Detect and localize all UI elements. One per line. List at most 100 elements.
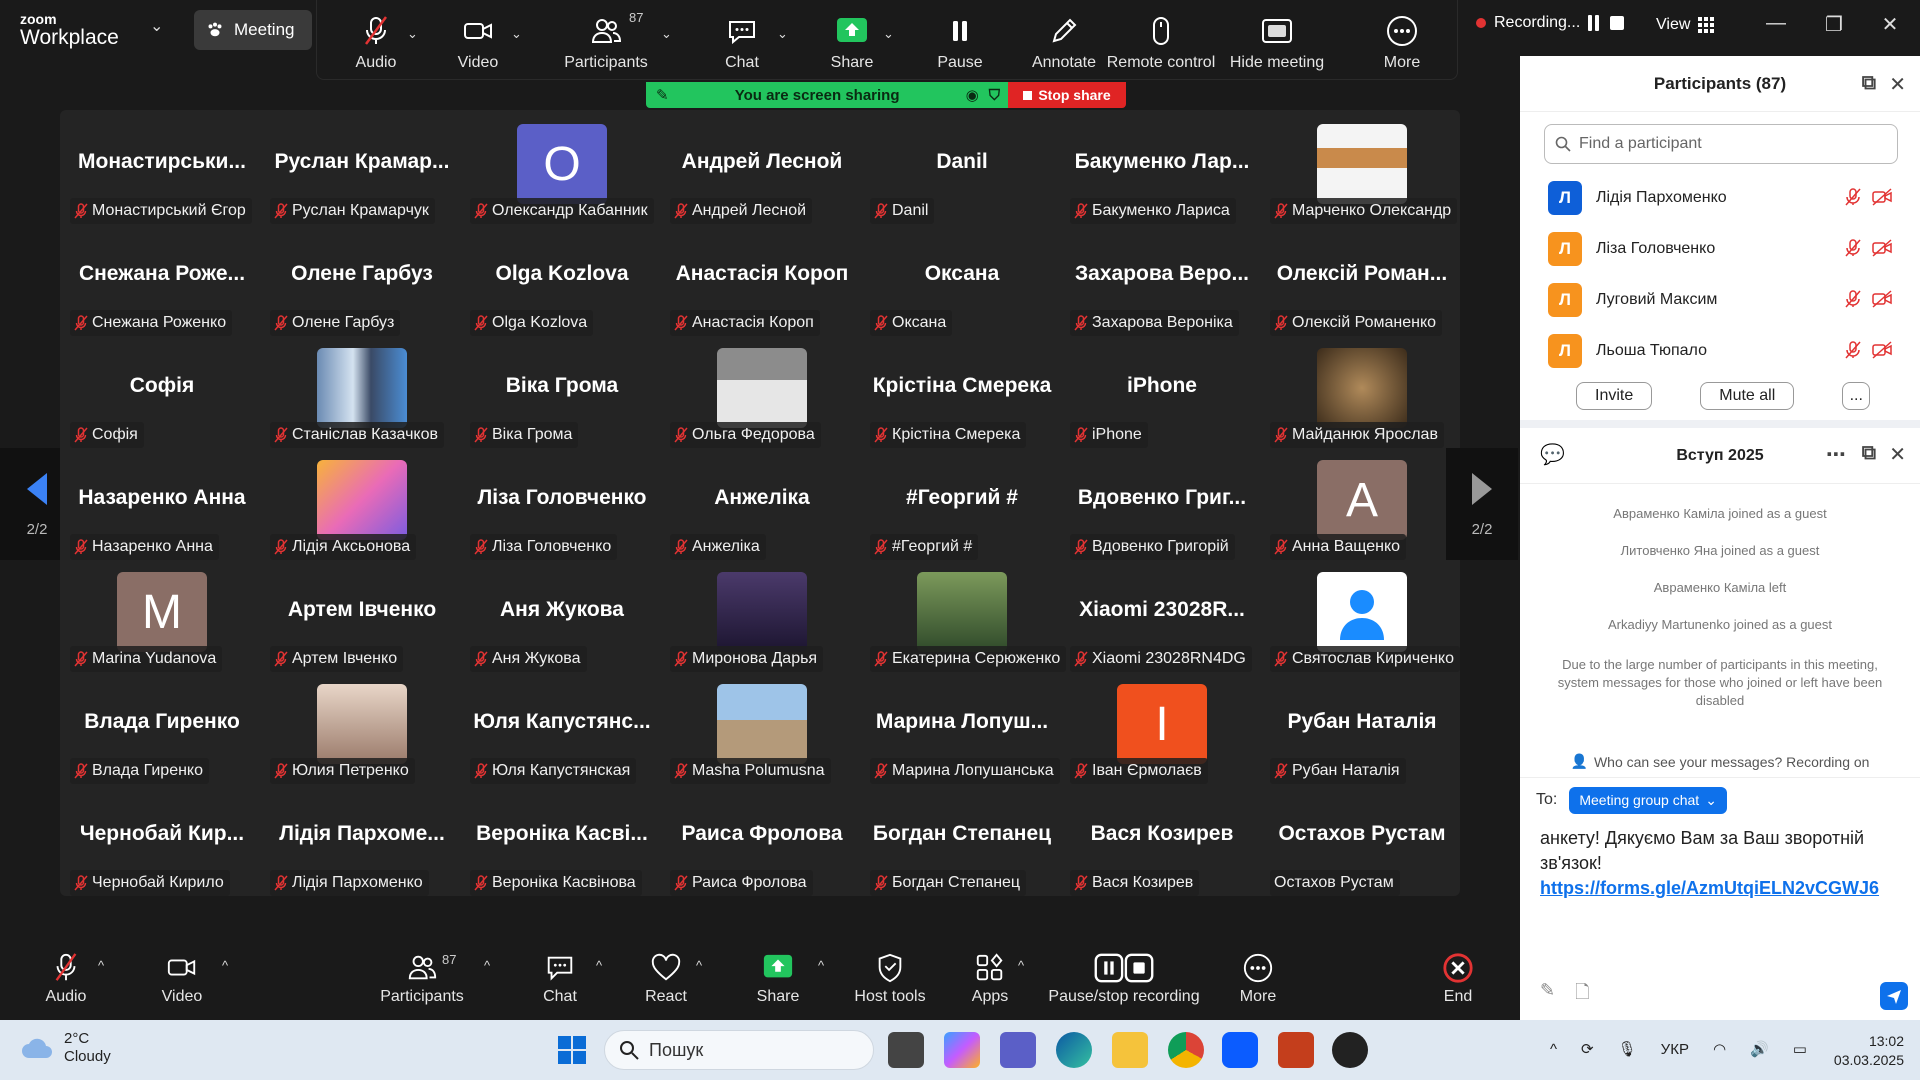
recording-stop-icon[interactable] — [1610, 16, 1625, 30]
participant-tile[interactable]: #Георгий # #Георгий # — [862, 448, 1062, 560]
apps-options-chevron-icon[interactable]: ^ — [1018, 958, 1024, 973]
more-button[interactable]: More — [1347, 10, 1457, 72]
participant-tile[interactable]: Раиса Фролова Раиса Фролова — [662, 784, 862, 896]
share-options-chevron-icon[interactable]: ⌄ — [883, 26, 894, 42]
participant-tile[interactable]: Анастасія Короп Анастасія Короп — [662, 224, 862, 336]
hide-meeting-button[interactable]: Hide meeting — [1217, 10, 1337, 72]
draft-link[interactable]: https://forms.gle/AzmUtqiELN2vCGWJ6 — [1540, 878, 1879, 898]
zoom-taskbar-icon[interactable] — [1222, 1032, 1258, 1068]
more-button-bottom[interactable]: More — [1198, 952, 1318, 1006]
participant-tile[interactable]: Віка Грома Віка Грома — [462, 336, 662, 448]
chat-more-icon[interactable]: ⋯ — [1826, 442, 1846, 467]
participant-tile[interactable]: I Іван Єрмолаєв — [1062, 672, 1262, 784]
participant-tile[interactable]: Андрей Лесной Андрей Лесной — [662, 112, 862, 224]
language-indicator[interactable]: УКР — [1661, 1041, 1689, 1058]
invite-button[interactable]: Invite — [1576, 382, 1653, 410]
chevron-up-icon[interactable]: ^ — [1550, 1041, 1557, 1058]
minimize-icon[interactable]: — — [1756, 12, 1796, 35]
participant-list-item[interactable]: Л Льоша Тюпало — [1520, 325, 1920, 372]
meeting-menu-button[interactable]: Meeting — [194, 10, 312, 50]
powerpoint-icon[interactable] — [1278, 1032, 1314, 1068]
participant-tile[interactable]: Остахов Рустам Остахов Рустам — [1262, 784, 1462, 896]
participant-tile[interactable]: Аня Жукова Аня Жукова — [462, 560, 662, 672]
participant-tile[interactable]: Артем Івченко Артем Івченко — [262, 560, 462, 672]
participant-tile[interactable]: Лідія Пархоме... Лідія Пархоменко — [262, 784, 462, 896]
task-view-icon[interactable] — [888, 1032, 924, 1068]
battery-icon[interactable]: ▭ — [1793, 1040, 1807, 1058]
chat-options-chevron-icon[interactable]: ⌄ — [777, 26, 788, 42]
volume-icon[interactable]: 🔊 — [1750, 1040, 1769, 1058]
gallery-next-page-button[interactable]: 2/2 — [1446, 448, 1518, 560]
video-options-chevron-icon[interactable]: ⌄ — [511, 26, 522, 42]
participant-tile[interactable]: Снежана Роже... Снежана Роженко — [62, 224, 262, 336]
participant-tile[interactable]: Masha Polumusna — [662, 672, 862, 784]
participant-tile[interactable]: iPhone iPhone — [1062, 336, 1262, 448]
audio-options-chevron-icon[interactable]: ⌄ — [407, 26, 418, 42]
view-button[interactable]: View — [1656, 16, 1715, 34]
participant-tile[interactable]: Назаренко Анна Назаренко Анна — [62, 448, 262, 560]
participant-tile[interactable]: Вероніка Касві... Вероніка Касвінова — [462, 784, 662, 896]
apps-button[interactable]: Apps — [930, 952, 1050, 1006]
participant-tile[interactable]: Монастирськи... Монастирський Єгор — [62, 112, 262, 224]
chat-pop-out-icon[interactable]: ⧉ — [1862, 442, 1876, 465]
participant-list-item[interactable]: Л Ліза Головченко — [1520, 223, 1920, 274]
participants-options-chevron-icon[interactable]: ⌄ — [661, 26, 672, 42]
media-player-icon[interactable] — [1332, 1032, 1368, 1068]
participant-search-input[interactable]: Find a participant — [1544, 124, 1898, 164]
recipient-dropdown[interactable]: Meeting group chat ⌄ — [1569, 786, 1727, 814]
mute-all-button[interactable]: Mute all — [1700, 382, 1795, 410]
participant-tile[interactable]: Олексій Роман... Олексій Романенко — [1262, 224, 1462, 336]
who-can-see-link[interactable]: 👤 Who can see your messages? Recording o… — [1520, 746, 1920, 778]
pop-out-icon[interactable]: ⧉ — [1862, 72, 1876, 95]
participant-tile[interactable]: Софія Софія — [62, 336, 262, 448]
react-options-chevron-icon[interactable]: ^ — [696, 958, 702, 973]
participant-tile[interactable]: Анжеліка Анжеліка — [662, 448, 862, 560]
remote-control-button[interactable]: Remote control — [1103, 10, 1219, 72]
participant-tile[interactable]: Олене Гарбуз Олене Гарбуз — [262, 224, 462, 336]
taskbar-clock[interactable]: 13:02 03.03.2025 — [1820, 1032, 1904, 1070]
pause-share-button[interactable]: Pause — [905, 10, 1015, 72]
audio-options-chevron-icon[interactable]: ^ — [98, 958, 104, 973]
recording-pause-icon[interactable] — [1588, 15, 1602, 31]
participant-tile[interactable]: Ольга Федорова — [662, 336, 862, 448]
file-explorer-icon[interactable] — [1112, 1032, 1148, 1068]
react-button[interactable]: React — [606, 952, 726, 1006]
participant-tile[interactable]: Руслан Крамар... Руслан Крамарчук — [262, 112, 462, 224]
participant-tile[interactable]: Святослав Кириченко — [1262, 560, 1462, 672]
participant-tile[interactable]: Юля Капустянс... Юля Капустянская — [462, 672, 662, 784]
restore-icon[interactable]: ❐ — [1814, 12, 1854, 37]
zoom-logo[interactable]: zoom Workplace — [20, 12, 119, 48]
teams-icon[interactable] — [1000, 1032, 1036, 1068]
participant-tile[interactable]: M Marina Yudanova — [62, 560, 262, 672]
participant-list-item[interactable]: Л Луговий Максим — [1520, 274, 1920, 325]
participant-tile[interactable]: Захарова Веро... Захарова Вероніка — [1062, 224, 1262, 336]
participant-tile[interactable]: Крістіна Смерека Крістіна Смерека — [862, 336, 1062, 448]
participant-tile[interactable]: Ліза Головченко Ліза Головченко — [462, 448, 662, 560]
participants-more-button[interactable]: ... — [1842, 382, 1871, 410]
participant-tile[interactable]: Вдовенко Григ... Вдовенко Григорій — [1062, 448, 1262, 560]
participant-tile[interactable]: Майданюк Ярослав — [1262, 336, 1462, 448]
participant-tile[interactable]: Оксана Оксана — [862, 224, 1062, 336]
file-icon[interactable]: 🗋 — [1575, 980, 1589, 1010]
chat-close-icon[interactable]: ✕ — [1889, 442, 1906, 467]
copilot-icon[interactable] — [944, 1032, 980, 1068]
video-options-chevron-icon[interactable]: ^ — [222, 958, 228, 973]
chat-options-chevron-icon[interactable]: ^ — [596, 958, 602, 973]
close-panel-icon[interactable]: ✕ — [1889, 72, 1906, 97]
share-options-chevron-icon[interactable]: ^ — [818, 958, 824, 973]
edge-icon[interactable] — [1056, 1032, 1092, 1068]
audio-button-bottom[interactable]: Audio — [6, 952, 126, 1006]
participants-button-bottom[interactable]: Participants 87 — [362, 952, 482, 1006]
participant-tile[interactable]: Марченко Олександр — [1262, 112, 1462, 224]
participant-tile[interactable]: O Олександр Кабанник — [462, 112, 662, 224]
chat-message-input[interactable]: анкету! Дякуємо Вам за Ваш зворотній зв'… — [1520, 822, 1920, 905]
participant-tile[interactable]: Рубан Наталія Рубан Наталія — [1262, 672, 1462, 784]
participant-tile[interactable]: A Анна Ващенко — [1262, 448, 1462, 560]
participant-tile[interactable]: Бакуменко Лар... Бакуменко Лариса — [1062, 112, 1262, 224]
participant-tile[interactable]: Вася Козирев Вася Козирев — [1062, 784, 1262, 896]
sync-icon[interactable]: ⟳ — [1581, 1040, 1594, 1058]
participant-tile[interactable]: Влада Гиренко Влада Гиренко — [62, 672, 262, 784]
end-meeting-button[interactable]: End — [1398, 952, 1518, 1006]
participant-tile[interactable]: Станіслав Казачков — [262, 336, 462, 448]
participant-tile[interactable]: Danil Danil — [862, 112, 1062, 224]
